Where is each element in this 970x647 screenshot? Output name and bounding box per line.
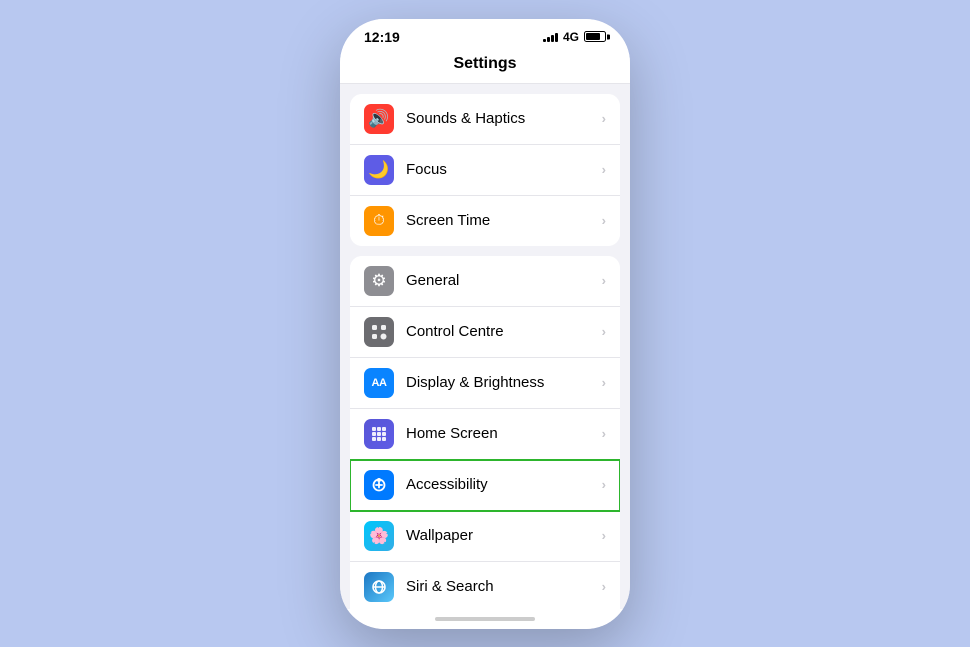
general-label: General	[406, 272, 602, 289]
phone-frame: 12:19 4G Settings 🔊 Sounds & Haptics	[340, 19, 630, 629]
focus-icon: 🌙	[364, 155, 394, 185]
control-centre-chevron: ›	[602, 324, 606, 339]
home-indicator	[435, 617, 535, 621]
accessibility-chevron: ›	[602, 477, 606, 492]
screen-time-icon: ⏱	[364, 206, 394, 236]
sounds-label: Sounds & Haptics	[406, 110, 602, 127]
home-screen-chevron: ›	[602, 426, 606, 441]
status-bar: 12:19 4G	[340, 19, 630, 51]
sounds-chevron: ›	[602, 111, 606, 126]
wallpaper-label: Wallpaper	[406, 527, 602, 544]
settings-row-accessibility[interactable]: Accessibility ›	[350, 460, 620, 511]
sounds-icon: 🔊	[364, 104, 394, 134]
settings-section-2: ⚙ General › Control Centre ›	[350, 256, 620, 609]
settings-scroll[interactable]: 🔊 Sounds & Haptics › 🌙 Focus › ⏱ Screen …	[340, 84, 630, 609]
network-label: 4G	[563, 30, 579, 44]
focus-chevron: ›	[602, 162, 606, 177]
siri-chevron: ›	[602, 579, 606, 594]
accessibility-icon	[364, 470, 394, 500]
wallpaper-icon: 🌸	[364, 521, 394, 551]
settings-row-sounds[interactable]: 🔊 Sounds & Haptics ›	[350, 94, 620, 145]
general-icon: ⚙	[364, 266, 394, 296]
battery-icon	[584, 31, 606, 42]
siri-label: Siri & Search	[406, 578, 602, 595]
page-title: Settings	[340, 51, 630, 84]
screen-time-label: Screen Time	[406, 212, 602, 229]
settings-row-control-centre[interactable]: Control Centre ›	[350, 307, 620, 358]
status-time: 12:19	[364, 29, 400, 45]
display-icon: AA	[364, 368, 394, 398]
wallpaper-chevron: ›	[602, 528, 606, 543]
general-chevron: ›	[602, 273, 606, 288]
screen-time-chevron: ›	[602, 213, 606, 228]
settings-section-1: 🔊 Sounds & Haptics › 🌙 Focus › ⏱ Screen …	[350, 94, 620, 246]
control-centre-icon	[364, 317, 394, 347]
siri-icon	[364, 572, 394, 602]
home-screen-icon	[364, 419, 394, 449]
settings-row-home-screen[interactable]: Home Screen ›	[350, 409, 620, 460]
status-icons: 4G	[543, 30, 606, 44]
settings-row-screen-time[interactable]: ⏱ Screen Time ›	[350, 196, 620, 246]
display-label: Display & Brightness	[406, 374, 602, 391]
home-bar	[340, 609, 630, 629]
settings-row-display[interactable]: AA Display & Brightness ›	[350, 358, 620, 409]
display-chevron: ›	[602, 375, 606, 390]
settings-row-general[interactable]: ⚙ General ›	[350, 256, 620, 307]
settings-row-siri[interactable]: Siri & Search ›	[350, 562, 620, 609]
control-centre-label: Control Centre	[406, 323, 602, 340]
settings-row-wallpaper[interactable]: 🌸 Wallpaper ›	[350, 511, 620, 562]
focus-label: Focus	[406, 161, 602, 178]
signal-icon	[543, 32, 558, 42]
home-screen-label: Home Screen	[406, 425, 602, 442]
settings-row-focus[interactable]: 🌙 Focus ›	[350, 145, 620, 196]
accessibility-label: Accessibility	[406, 476, 602, 493]
